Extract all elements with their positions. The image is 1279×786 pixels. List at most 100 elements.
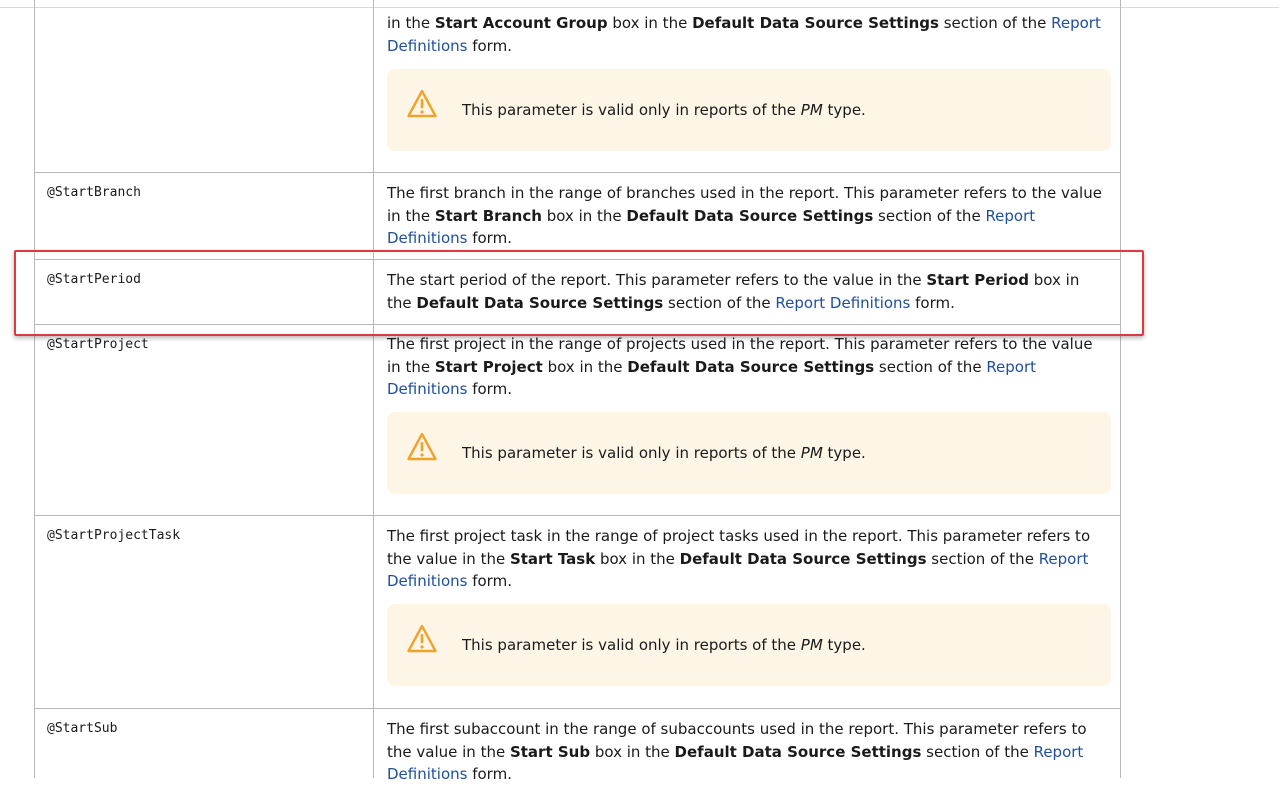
- text-span: in the: [387, 206, 435, 225]
- report-definitions-link[interactable]: Definitions: [387, 37, 467, 55]
- description-line: The first branch in the range of branche…: [387, 182, 1109, 205]
- description-text: The first branch in the range of branche…: [387, 182, 1109, 250]
- warning-text-after: type.: [822, 444, 866, 462]
- warning-text-type: PM: [800, 101, 823, 119]
- text-span: form.: [467, 229, 512, 247]
- table-row: @StartBranch The first branch in the rang…: [34, 172, 1121, 259]
- text-span: box in the: [607, 14, 693, 32]
- warning-text: This parameter is valid only in reports …: [462, 100, 866, 120]
- field-name: Start Sub: [509, 742, 591, 761]
- description-line: The first subaccount in the range of sub…: [387, 718, 1109, 741]
- field-name: Start Task: [509, 549, 596, 568]
- text-span: the value in the: [387, 742, 510, 761]
- warning-icon: [407, 624, 437, 654]
- warning-text-before: This parameter is valid only in reports …: [462, 636, 801, 654]
- parameter-name: @StartProjectTask: [47, 528, 181, 543]
- text-span: The first project task in the range of p…: [387, 527, 1091, 545]
- report-definitions-link[interactable]: Definitions: [387, 572, 467, 590]
- text-span: section of the: [938, 14, 1052, 32]
- warning-text-after: type.: [822, 636, 866, 654]
- text-span: in the: [387, 357, 435, 376]
- parameter-name: @StartSub: [47, 721, 118, 736]
- description-line: the value in the Start Sub box in the De…: [387, 741, 1109, 764]
- text-span: form.: [467, 765, 512, 783]
- text-span: box in the: [590, 742, 675, 761]
- warning-note: This parameter is valid only in reports …: [387, 69, 1111, 151]
- description-text: The first subaccount in the range of sub…: [387, 718, 1109, 786]
- text-span: The first branch in the range of branche…: [387, 184, 1102, 202]
- text-span: The first project in the range of projec…: [387, 335, 1093, 353]
- description-cell: The first project task in the range of p…: [374, 515, 1121, 708]
- field-name: Start Branch: [434, 206, 542, 225]
- text-span: form.: [467, 36, 512, 55]
- text-span: box in the: [541, 206, 627, 225]
- warning-text-before: This parameter is valid only in reports …: [462, 101, 801, 119]
- warning-text-type: PM: [800, 636, 823, 654]
- warning-text-after: type.: [822, 101, 866, 119]
- warning-note: This parameter is valid only in reports …: [387, 412, 1111, 494]
- description-cell: The first branch in the range of branche…: [374, 172, 1121, 259]
- text-span: section of the: [921, 742, 1034, 761]
- parameter-cell: @StartProject: [34, 324, 374, 515]
- description-line: Definitions form.: [387, 227, 1109, 250]
- report-definitions-link[interactable]: Definitions: [387, 765, 467, 783]
- text-span: form.: [467, 380, 512, 398]
- text-span: the value in the: [387, 549, 510, 568]
- table-row: @StartSub The first subaccount in the ran…: [34, 708, 1121, 783]
- text-span: in the: [387, 14, 435, 32]
- description-line: Definitions form.: [387, 570, 1109, 593]
- highlight-box: [14, 250, 1144, 336]
- report-definitions-link[interactable]: Report: [1039, 550, 1089, 568]
- description-line: in the Start Project box in the Default …: [387, 356, 1109, 379]
- parameter-cell: @StartBranch: [34, 172, 374, 259]
- row-divider: [34, 172, 1121, 173]
- warning-text: This parameter is valid only in reports …: [462, 443, 866, 463]
- description-line: The first project task in the range of p…: [387, 525, 1109, 548]
- text-span: box in the: [595, 549, 680, 568]
- report-definitions-link[interactable]: Definitions: [387, 229, 467, 247]
- text-span: section of the: [926, 549, 1039, 568]
- parameter-cell: [34, 0, 374, 172]
- description-line: Definitions form.: [387, 378, 1109, 401]
- field-name: Default Data Source Settings: [674, 742, 922, 761]
- description-cell: in the Start Account Group box in the De…: [374, 0, 1121, 172]
- report-definitions-link[interactable]: Report: [1034, 743, 1084, 761]
- warning-text-type: PM: [800, 444, 823, 462]
- description-line: the value in the Start Task box in the D…: [387, 548, 1109, 571]
- report-definitions-link[interactable]: Report: [986, 358, 1036, 376]
- row-divider: [34, 515, 1121, 516]
- description-line: in the Start Account Group box in the De…: [387, 12, 1109, 35]
- text-span: box in the: [542, 357, 628, 376]
- description-text: The first project in the range of projec…: [387, 333, 1109, 401]
- text-span: section of the: [874, 357, 987, 376]
- description-line: in the Start Branch box in the Default D…: [387, 205, 1109, 228]
- warning-note: This parameter is valid only in reports …: [387, 604, 1111, 686]
- warning-text: This parameter is valid only in reports …: [462, 635, 866, 655]
- description-line: The first project in the range of projec…: [387, 333, 1109, 356]
- text-span: section of the: [873, 206, 986, 225]
- description-cell: The first subaccount in the range of sub…: [374, 708, 1121, 783]
- description-cell: The first project in the range of projec…: [374, 324, 1121, 515]
- field-name: Default Data Source Settings: [626, 206, 874, 225]
- table-row: @StartProjectTask The first project task …: [34, 515, 1121, 708]
- parameter-name: @StartBranch: [47, 185, 141, 200]
- field-name: Default Data Source Settings: [627, 357, 875, 376]
- parameter-cell: @StartSub: [34, 708, 374, 778]
- report-definitions-link[interactable]: Report: [985, 207, 1035, 225]
- report-definitions-link[interactable]: Report: [1051, 14, 1101, 32]
- row-divider: [34, 708, 1121, 709]
- description-line: Definitions form.: [387, 763, 1109, 786]
- table-row: in the Start Account Group box in the De…: [34, 0, 1121, 172]
- warning-text-before: This parameter is valid only in reports …: [462, 444, 801, 462]
- field-name: Default Data Source Settings: [679, 549, 927, 568]
- description-line: Definitions form.: [387, 35, 1109, 58]
- warning-icon: [407, 432, 437, 462]
- text-span: form.: [467, 572, 512, 590]
- description-text: The first project task in the range of p…: [387, 525, 1109, 593]
- description-text: in the Start Account Group box in the De…: [387, 12, 1109, 57]
- report-definitions-link[interactable]: Definitions: [387, 380, 467, 398]
- field-name: Start Account Group: [434, 14, 608, 32]
- parameter-cell: @StartProjectTask: [34, 515, 374, 708]
- table-row: @StartProject The first project in the ra…: [34, 324, 1121, 515]
- field-name: Start Project: [434, 357, 543, 376]
